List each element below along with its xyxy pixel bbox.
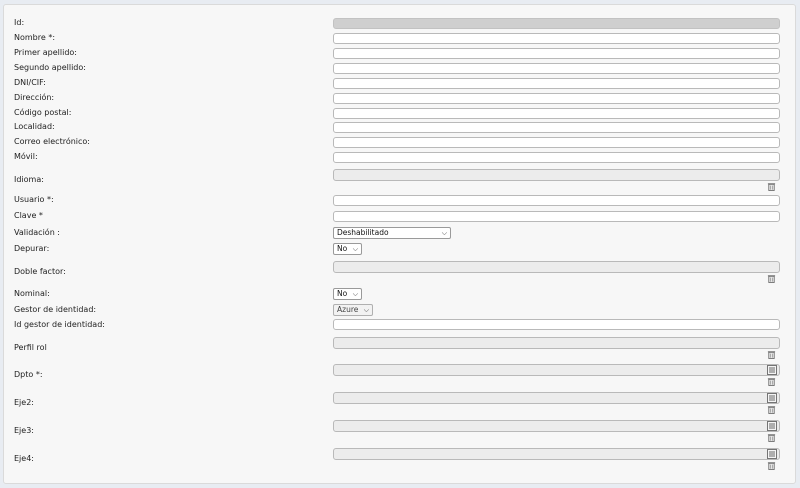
movil-input[interactable] <box>333 152 780 163</box>
segundo-apellido-input[interactable] <box>333 63 780 74</box>
localidad-label: Localidad: <box>14 122 55 131</box>
eje2-trash-icon[interactable] <box>767 405 776 414</box>
eje3-trash-icon[interactable] <box>767 433 776 442</box>
perfil-rol-trash-icon[interactable] <box>767 350 776 359</box>
user-form-panel <box>3 4 796 484</box>
dpto-trash-icon[interactable] <box>767 377 776 386</box>
eje3-list-icon[interactable] <box>767 421 777 431</box>
clave-input[interactable] <box>333 211 780 222</box>
perfil-rol-lookup[interactable] <box>333 337 780 349</box>
dpto-list-icon[interactable] <box>767 365 777 375</box>
eje4-trash-icon[interactable] <box>767 461 776 470</box>
dni-input[interactable] <box>333 78 780 89</box>
nombre-label: Nombre *: <box>14 33 56 42</box>
idioma-lookup[interactable] <box>333 169 780 181</box>
doble-factor-label: Doble factor: <box>14 267 66 276</box>
perfil-rol-label: Perfil rol <box>14 343 47 352</box>
dpto-label: Dpto *: <box>14 370 43 379</box>
correo-input[interactable] <box>333 137 780 148</box>
id-gestor-label: Id gestor de identidad: <box>14 320 105 329</box>
doble-factor-trash-icon[interactable] <box>767 274 776 283</box>
chevron-down-icon: ⌵ <box>441 229 447 237</box>
chevron-down-icon: ⌵ <box>363 306 369 314</box>
direccion-input[interactable] <box>333 93 780 104</box>
chevron-down-icon: ⌵ <box>352 245 358 253</box>
primer-apellido-input[interactable] <box>333 48 780 59</box>
nominal-select[interactable]: No ⌵ <box>333 288 362 300</box>
clave-label: Clave * <box>14 211 43 220</box>
validacion-value: Deshabilitado <box>337 228 389 237</box>
codigo-postal-label: Código postal: <box>14 108 72 117</box>
eje2-lookup[interactable] <box>333 392 780 404</box>
segundo-apellido-label: Segundo apellido: <box>14 63 86 72</box>
id-label: Id: <box>14 18 25 27</box>
depurar-select[interactable]: No ⌵ <box>333 243 362 255</box>
idioma-label: Idioma: <box>14 175 44 184</box>
direccion-label: Dirección: <box>14 93 55 102</box>
validacion-label: Validación : <box>14 228 61 237</box>
nombre-input[interactable] <box>333 33 780 44</box>
idioma-trash-icon[interactable] <box>767 182 776 191</box>
gestor-label: Gestor de identidad: <box>14 305 97 314</box>
gestor-value: Azure <box>337 305 359 314</box>
nominal-value: No <box>337 289 348 298</box>
eje4-label: Eje4: <box>14 454 34 463</box>
usuario-input[interactable] <box>333 195 780 206</box>
codigo-postal-input[interactable] <box>333 108 780 119</box>
chevron-down-icon: ⌵ <box>352 290 358 298</box>
usuario-label: Usuario *: <box>14 195 54 204</box>
nominal-label: Nominal: <box>14 289 50 298</box>
gestor-select[interactable]: Azure ⌵ <box>333 304 373 316</box>
eje3-lookup[interactable] <box>333 420 780 432</box>
correo-label: Correo electrónico: <box>14 137 90 146</box>
eje4-list-icon[interactable] <box>767 449 777 459</box>
primer-apellido-label: Primer apellido: <box>14 48 77 57</box>
eje2-label: Eje2: <box>14 398 34 407</box>
eje4-lookup[interactable] <box>333 448 780 460</box>
id-gestor-input[interactable] <box>333 319 780 330</box>
localidad-input[interactable] <box>333 122 780 133</box>
movil-label: Móvil: <box>14 152 38 161</box>
doble-factor-lookup[interactable] <box>333 261 780 273</box>
dpto-lookup[interactable] <box>333 364 780 376</box>
id-field <box>333 18 780 29</box>
dni-label: DNI/CIF: <box>14 78 46 87</box>
eje2-list-icon[interactable] <box>767 393 777 403</box>
eje3-label: Eje3: <box>14 426 34 435</box>
validacion-select[interactable]: Deshabilitado ⌵ <box>333 227 451 239</box>
depurar-label: Depurar: <box>14 244 50 253</box>
depurar-value: No <box>337 244 348 253</box>
